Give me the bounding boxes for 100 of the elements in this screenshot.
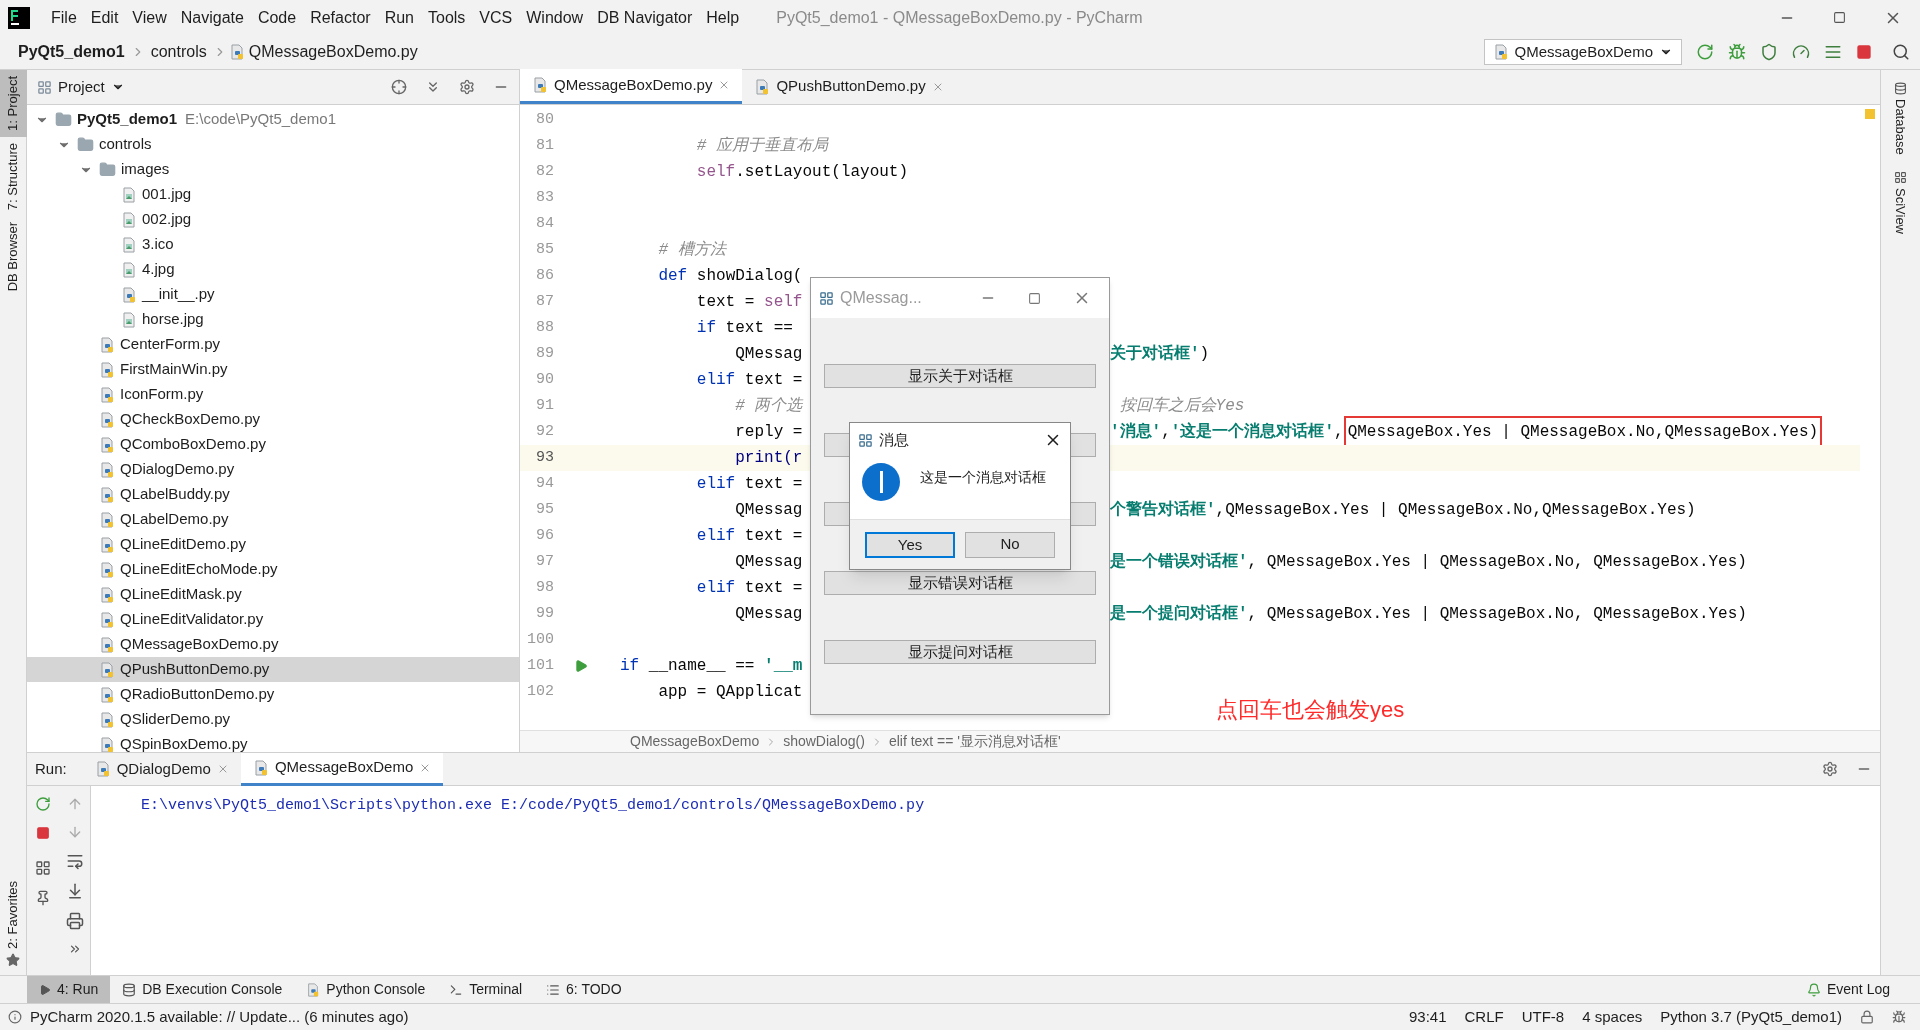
tree-item[interactable]: QDialogDemo.py — [27, 457, 519, 482]
code-line: # 两个选 — [734, 396, 804, 417]
status-item[interactable]: 4 spaces — [1582, 1005, 1643, 1029]
tree-item[interactable]: QLabelDemo.py — [27, 507, 519, 532]
tree-item[interactable]: 3.ico — [27, 232, 519, 257]
tool-window-tab[interactable]: 2: Favorites — [3, 881, 23, 949]
maximize-icon[interactable] — [1028, 291, 1041, 305]
menu-item[interactable]: Refactor — [303, 5, 378, 30]
tree-item[interactable]: 001.jpg — [27, 182, 519, 207]
stop-icon[interactable] — [36, 826, 50, 840]
layout-icon[interactable] — [35, 860, 51, 876]
menu-item[interactable]: Navigate — [173, 5, 251, 30]
restore-icon[interactable] — [1833, 11, 1846, 24]
python-file-icon — [99, 586, 115, 603]
tree-item[interactable]: CenterForm.py — [27, 332, 519, 357]
tree-item[interactable]: images — [27, 157, 519, 182]
editor-tab[interactable]: QMessageBoxDemo.py — [520, 69, 743, 104]
menu-item[interactable]: DB Navigator — [590, 5, 700, 30]
run-icon[interactable] — [574, 659, 588, 673]
coverage-icon[interactable] — [1760, 43, 1778, 61]
rerun-icon[interactable] — [35, 796, 51, 812]
breadcrumb-item[interactable]: QMessageBoxDemo.py — [244, 40, 422, 64]
tree-item[interactable]: IconForm.py — [27, 382, 519, 407]
menu-item[interactable]: VCS — [472, 5, 520, 30]
warning-marker[interactable] — [1865, 109, 1875, 119]
menu-item[interactable]: File — [44, 5, 84, 30]
tree-item[interactable]: controls — [27, 132, 519, 157]
menu-item[interactable]: Help — [699, 5, 747, 30]
pin-icon[interactable] — [35, 890, 51, 906]
tool-window-tab[interactable]: 7: Structure — [0, 136, 27, 217]
menu-item[interactable]: Run — [377, 5, 421, 30]
status-item[interactable]: 93:41 — [1408, 1005, 1447, 1029]
tree-item[interactable]: QSpinBoxDemo.py — [27, 732, 519, 752]
line-number: 83 — [535, 187, 554, 208]
tree-item[interactable]: FirstMainWin.py — [27, 357, 519, 382]
tree-item[interactable]: QMessageBoxDemo.py — [27, 632, 519, 657]
tool-window-tab[interactable]: Database — [1890, 99, 1911, 155]
inspector-icon[interactable] — [1892, 1010, 1906, 1024]
status-item[interactable]: CRLF — [1464, 1005, 1504, 1029]
dialog-button[interactable]: No — [965, 531, 1055, 558]
push-button[interactable]: 显示提问对话框 — [824, 640, 1096, 664]
run-config-dropdown[interactable]: QMessageBoxDemo — [1483, 39, 1682, 65]
tool-window-button[interactable]: DB Execution Console — [110, 975, 295, 1004]
tree-item[interactable]: QLineEditMask.py — [27, 582, 519, 607]
tool-window-tab[interactable]: SciView — [1890, 187, 1911, 234]
tool-window-tab[interactable]: 1: Project — [0, 70, 27, 137]
stop-icon[interactable] — [1856, 44, 1872, 60]
tool-window-button[interactable]: Python Console — [294, 975, 438, 1004]
status-item[interactable]: UTF-8 — [1521, 1005, 1565, 1029]
push-button[interactable]: 显示错误对话框 — [824, 571, 1096, 595]
tree-item[interactable]: QComboBoxDemo.py — [27, 432, 519, 457]
tree-item[interactable]: QRadioButtonDemo.py — [27, 682, 519, 707]
breadcrumb-item[interactable]: QMessageBoxDemo — [630, 731, 760, 752]
dialog-title: 消息 — [879, 429, 909, 450]
breadcrumb-item[interactable]: PyQt5_demo1 — [14, 40, 129, 64]
rerun-icon[interactable] — [1696, 43, 1714, 61]
line-number: 98 — [535, 577, 554, 598]
tool-window-tab[interactable]: DB Browser — [0, 216, 27, 298]
tree-item[interactable]: QSliderDemo.py — [27, 707, 519, 732]
settings-icon[interactable] — [459, 79, 475, 95]
breadcrumb-item[interactable]: elif text == '显示消息对话框' — [888, 731, 1061, 752]
status-message[interactable]: PyCharm 2020.1.5 available: // Update... (6 minutes ago) — [30, 1005, 409, 1029]
tree-item[interactable]: 4.jpg — [27, 257, 519, 282]
panel-title[interactable]: Project — [58, 75, 105, 99]
menu-item[interactable]: View — [125, 5, 174, 30]
tree-item[interactable]: QLineEditValidator.py — [27, 607, 519, 632]
lock-icon[interactable] — [1860, 1010, 1874, 1024]
dialog-button[interactable]: Yes — [865, 531, 955, 558]
tree-item[interactable]: horse.jpg — [27, 307, 519, 332]
tree-item[interactable]: QPushButtonDemo.py — [27, 657, 519, 682]
code-line: def showDialog( — [657, 266, 804, 287]
locate-icon[interactable] — [391, 79, 407, 95]
menu-item[interactable]: Edit — [83, 5, 126, 30]
tree-item[interactable]: QLabelBuddy.py — [27, 482, 519, 507]
event-log-button[interactable]: Event Log — [1806, 979, 1890, 1000]
tool-window-button[interactable]: Terminal — [437, 975, 535, 1004]
breadcrumb-item[interactable]: showDialog() — [783, 731, 865, 752]
tree-item[interactable]: PyQt5_demo1 E:\code\PyQt5_demo1 — [27, 107, 519, 132]
menu-item[interactable]: Tools — [421, 5, 473, 30]
search-icon[interactable] — [1892, 43, 1910, 61]
tool-window-button[interactable]: 6: TODO — [534, 975, 634, 1004]
status-item[interactable]: Python 3.7 (PyQt5_demo1) — [1660, 1005, 1842, 1029]
menu-item[interactable]: Window — [519, 5, 591, 30]
tree-item[interactable]: QLineEditEchoMode.py — [27, 557, 519, 582]
run-tab[interactable]: QMessageBoxDemo — [240, 752, 444, 786]
menu-item[interactable]: Code — [250, 5, 304, 30]
push-button[interactable]: 显示关于对话框 — [824, 364, 1096, 388]
tree-item[interactable]: QLineEditDemo.py — [27, 532, 519, 557]
tree-item[interactable]: QCheckBoxDemo.py — [27, 407, 519, 432]
debug-icon[interactable] — [1728, 43, 1746, 61]
tree-item[interactable]: 002.jpg — [27, 207, 519, 232]
tool-window-button[interactable]: 4: Run — [27, 975, 111, 1004]
editor-tab[interactable]: QPushButtonDemo.py — [742, 69, 956, 104]
tree-item[interactable]: __init__.py — [27, 282, 519, 307]
breadcrumb-item[interactable]: controls — [146, 40, 211, 64]
soft-wrap-icon[interactable] — [65, 852, 84, 870]
run-tab[interactable]: QDialogDemo — [82, 752, 241, 786]
profile-icon[interactable] — [1792, 43, 1810, 61]
settings-icon[interactable] — [1822, 761, 1838, 777]
print-icon[interactable] — [65, 912, 84, 930]
